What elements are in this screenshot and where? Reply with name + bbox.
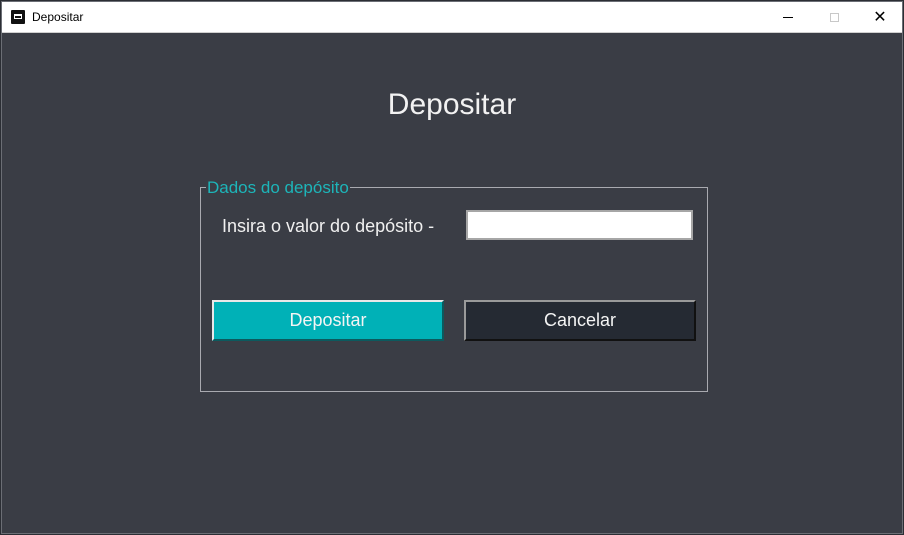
app-icon bbox=[11, 10, 25, 24]
page-title: Depositar bbox=[387, 88, 517, 121]
minimize-icon bbox=[783, 17, 793, 18]
group-legend: Dados do depósito bbox=[206, 178, 350, 198]
close-button[interactable]: ✕ bbox=[857, 2, 903, 33]
window-title: Depositar bbox=[32, 10, 84, 24]
maximize-button[interactable] bbox=[811, 2, 857, 33]
amount-input[interactable] bbox=[466, 210, 693, 240]
deposit-details-group: Dados do depósito Insira o valor do depó… bbox=[200, 178, 708, 392]
app-window: Depositar ✕ Depositar Dados do depósito … bbox=[1, 1, 903, 534]
title-bar[interactable]: Depositar ✕ bbox=[2, 2, 902, 33]
cancel-button[interactable]: Cancelar bbox=[464, 300, 696, 341]
minimize-button[interactable] bbox=[765, 2, 811, 33]
maximize-icon bbox=[829, 13, 839, 22]
amount-label: Insira o valor do depósito - bbox=[222, 216, 435, 236]
close-icon: ✕ bbox=[873, 8, 887, 26]
deposit-button[interactable]: Depositar bbox=[212, 300, 444, 341]
